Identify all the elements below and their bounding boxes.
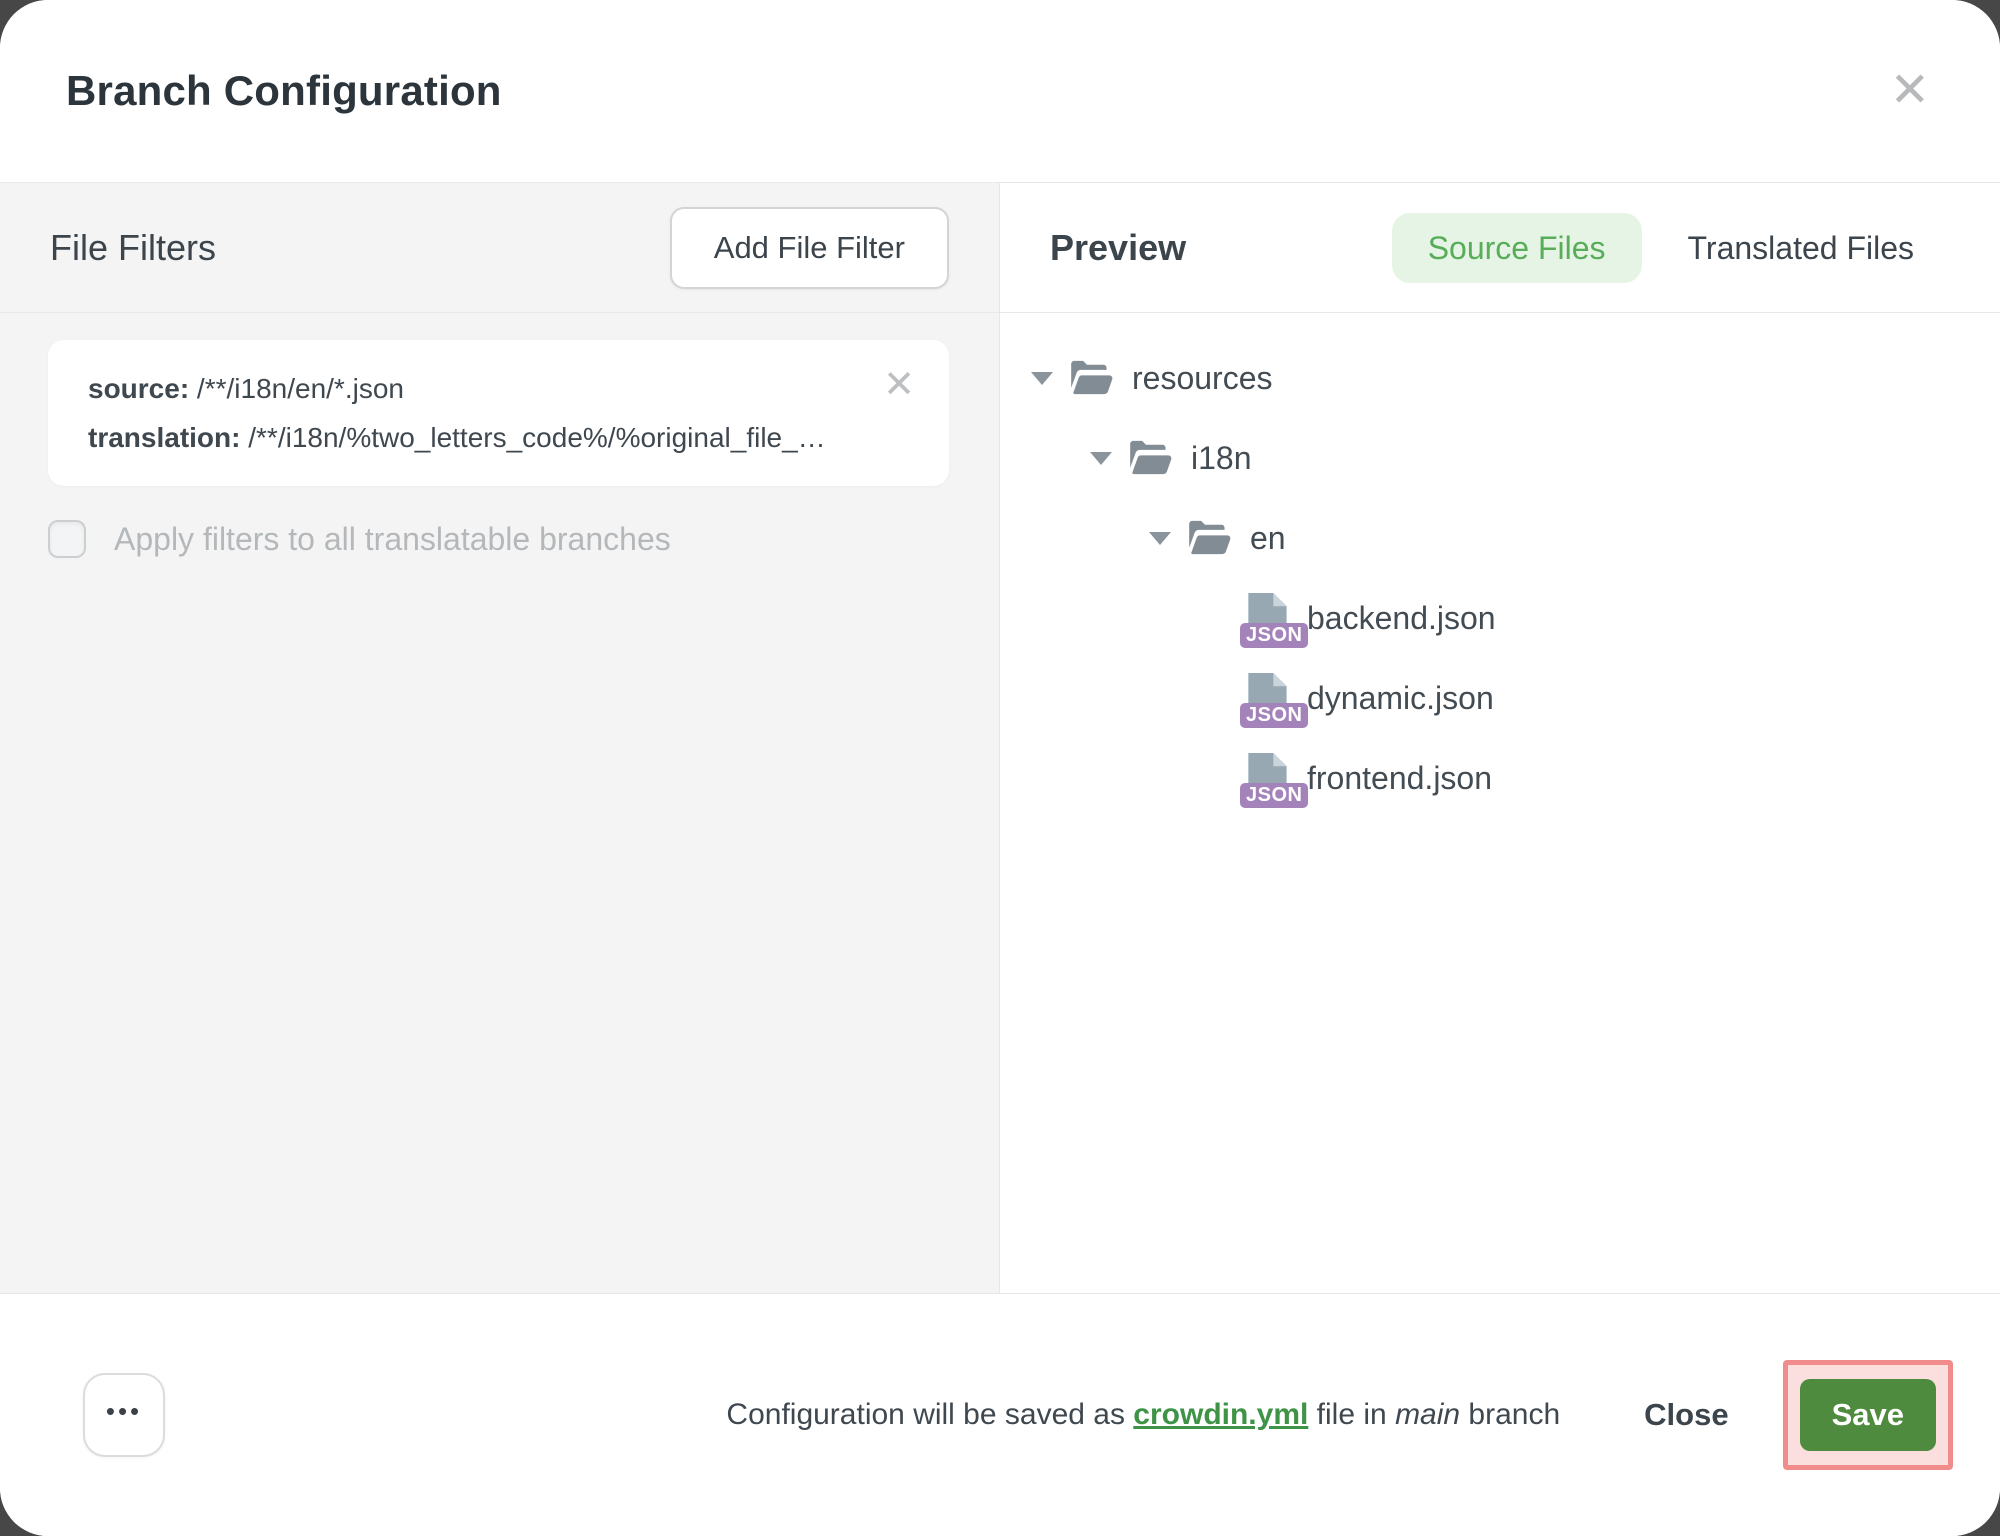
preview-tab[interactable]: Source Files bbox=[1392, 213, 1642, 283]
tree-node[interactable]: i18n bbox=[1000, 418, 2000, 498]
json-badge: JSON bbox=[1240, 783, 1308, 808]
tree-node-label: en bbox=[1250, 520, 1286, 557]
add-file-filter-button[interactable]: Add File Filter bbox=[670, 207, 949, 289]
preview-heading: Preview bbox=[1050, 227, 1186, 269]
preview-header: Preview Source Files Translated Files bbox=[1000, 183, 2000, 313]
modal-backdrop[interactable]: { "modal": { "title": "Branch Configurat… bbox=[0, 0, 2000, 1536]
file-tree: resources bbox=[1000, 313, 2000, 1293]
chevron-down-icon[interactable] bbox=[1089, 452, 1113, 465]
tree-node-label: frontend.json bbox=[1307, 760, 1492, 797]
file-filter-card[interactable]: ✕ source: /**/i18n/en/*.json translation… bbox=[48, 340, 949, 486]
save-button-highlight: Save bbox=[1783, 1360, 1953, 1470]
preview-panel: Preview Source Files Translated Files bbox=[1000, 183, 2000, 1293]
remove-filter-icon[interactable]: ✕ bbox=[881, 364, 917, 406]
titlebar: Branch Configuration ✕ bbox=[0, 0, 2000, 183]
folder-icon bbox=[1068, 358, 1114, 398]
page-title: Branch Configuration bbox=[66, 67, 502, 115]
folder-icon bbox=[1186, 518, 1232, 558]
chevron-down-icon[interactable] bbox=[1030, 372, 1054, 385]
json-file-icon: JSON bbox=[1245, 593, 1287, 643]
save-note-prefix: Configuration will be saved as bbox=[726, 1398, 1133, 1431]
json-badge: JSON bbox=[1240, 703, 1308, 728]
footer: ••• Configuration will be saved as crowd… bbox=[0, 1293, 2000, 1536]
file-filters-header: File Filters Add File Filter bbox=[0, 183, 999, 313]
footer-actions: Configuration will be saved as crowdin.y… bbox=[726, 1360, 1953, 1470]
json-badge: JSON bbox=[1240, 623, 1308, 648]
tree-node[interactable]: JSON frontend.json bbox=[1000, 738, 2000, 818]
close-icon[interactable]: ✕ bbox=[1886, 63, 1934, 119]
tree-node-label: backend.json bbox=[1307, 600, 1496, 637]
tree-node[interactable]: JSON dynamic.json bbox=[1000, 658, 2000, 738]
preview-tab[interactable]: Translated Files bbox=[1652, 213, 1950, 283]
crowdin-yml-link[interactable]: crowdin.yml bbox=[1133, 1398, 1308, 1431]
preview-tabs: Source Files Translated Files bbox=[1392, 213, 1950, 283]
tree-node[interactable]: en bbox=[1000, 498, 2000, 578]
file-filters-heading: File Filters bbox=[50, 227, 216, 269]
tree-node-label: resources bbox=[1132, 360, 1273, 397]
tree-node[interactable]: resources bbox=[1000, 338, 2000, 418]
tree-node-label: dynamic.json bbox=[1307, 680, 1494, 717]
apply-filters-row: Apply filters to all translatable branch… bbox=[48, 520, 949, 558]
filter-source-line: source: /**/i18n/en/*.json bbox=[88, 364, 909, 413]
save-button[interactable]: Save bbox=[1800, 1379, 1936, 1451]
apply-filters-label: Apply filters to all translatable branch… bbox=[114, 521, 671, 558]
folder-icon bbox=[1127, 438, 1173, 478]
chevron-down-icon[interactable] bbox=[1148, 532, 1172, 545]
close-button[interactable]: Close bbox=[1630, 1387, 1742, 1443]
more-options-button[interactable]: ••• bbox=[83, 1373, 165, 1457]
save-note-middle: file in bbox=[1308, 1398, 1395, 1431]
ellipsis-icon: ••• bbox=[106, 1398, 142, 1424]
save-note-suffix: branch bbox=[1460, 1398, 1560, 1431]
tree-node[interactable]: JSON backend.json bbox=[1000, 578, 2000, 658]
modal-body: File Filters Add File Filter ✕ source: /… bbox=[0, 183, 2000, 1293]
branch-configuration-modal: Branch Configuration ✕ File Filters Add … bbox=[0, 0, 2000, 1536]
filter-translation-line: translation: /**/i18n/%two_letters_code%… bbox=[88, 413, 909, 462]
tree-node-label: i18n bbox=[1191, 440, 1252, 477]
json-file-icon: JSON bbox=[1245, 673, 1287, 723]
apply-filters-checkbox[interactable] bbox=[48, 520, 86, 558]
file-filters-list: ✕ source: /**/i18n/en/*.json translation… bbox=[0, 313, 999, 1293]
json-file-icon: JSON bbox=[1245, 753, 1287, 803]
save-note: Configuration will be saved as crowdin.y… bbox=[726, 1398, 1560, 1432]
file-filters-panel: File Filters Add File Filter ✕ source: /… bbox=[0, 183, 1000, 1293]
branch-name: main bbox=[1395, 1398, 1460, 1431]
